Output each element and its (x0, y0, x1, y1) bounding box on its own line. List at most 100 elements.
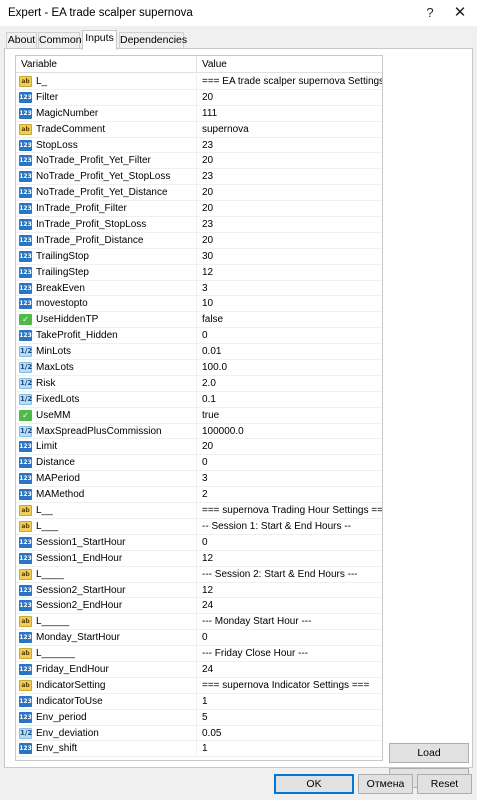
value-cell[interactable]: 23 (197, 169, 382, 184)
table-row[interactable]: 123 Session2_EndHour 24 (16, 598, 382, 615)
value-cell[interactable]: 24 (197, 662, 382, 677)
table-row[interactable]: 123 BreakEven 3 (16, 280, 382, 297)
tab-common[interactable]: Common (38, 32, 82, 49)
column-header-value[interactable]: Value (197, 56, 382, 73)
tab-dependencies[interactable]: Dependencies (119, 32, 187, 49)
integer-type-icon: 123 (19, 473, 32, 485)
table-row[interactable]: 123 NoTrade_Profit_Yet_Distance 20 (16, 185, 382, 202)
value-cell[interactable]: false (197, 312, 382, 327)
table-row[interactable]: 1/2 Risk 2.0 (16, 375, 382, 392)
table-row[interactable]: 123 TrailingStop 30 (16, 248, 382, 265)
value-cell[interactable]: 0.1 (197, 392, 382, 407)
value-cell[interactable]: 2.0 (197, 376, 382, 391)
table-row[interactable]: 123 Session1_StartHour 0 (16, 534, 382, 551)
reset-button[interactable]: Reset (417, 774, 472, 794)
table-row[interactable]: 123 MagicNumber 111 (16, 105, 382, 122)
value-cell[interactable]: 10 (197, 296, 382, 311)
tab-about[interactable]: About (6, 32, 37, 49)
value-cell[interactable]: === supernova Trading Hour Settings === (197, 503, 382, 518)
table-row[interactable]: 123 Limit 20 (16, 439, 382, 456)
table-row[interactable]: 123 Env_period 5 (16, 709, 382, 726)
value-cell[interactable]: --- Monday Start Hour --- (197, 614, 382, 629)
value-cell[interactable]: 12 (197, 551, 382, 566)
value-cell[interactable]: 20 (197, 439, 382, 454)
value-cell[interactable]: 1 (197, 694, 382, 709)
variable-name: Session2_StartHour (36, 584, 126, 596)
value-cell[interactable]: 0 (197, 535, 382, 550)
value-cell[interactable]: 12 (197, 265, 382, 280)
table-row[interactable]: ✓ UseHiddenTP false (16, 312, 382, 329)
table-row[interactable]: 123 StopLoss 23 (16, 137, 382, 154)
value-cell[interactable]: === EA trade scalper supernova Settings … (197, 74, 382, 89)
value-cell[interactable]: 0 (197, 455, 382, 470)
value-cell[interactable]: 20 (197, 90, 382, 105)
value-cell[interactable]: true (197, 408, 382, 423)
table-row[interactable]: 123 NoTrade_Profit_Yet_Filter 20 (16, 153, 382, 170)
value-cell[interactable]: 100000.0 (197, 424, 382, 439)
table-row[interactable]: ab L____ --- Session 2: Start & End Hours … (16, 566, 382, 583)
value-cell[interactable]: --- Friday Close Hour --- (197, 646, 382, 661)
table-row[interactable]: ab L______ --- Friday Close Hour --- (16, 646, 382, 662)
table-row[interactable]: 123 movestopto 10 (16, 296, 382, 313)
table-row[interactable]: 1/2 MaxSpreadPlusCommission 100000.0 (16, 423, 382, 440)
table-row[interactable]: 123 InTrade_Profit_StopLoss 23 (16, 217, 382, 233)
table-row[interactable]: 123 Monday_StartHour 0 (16, 630, 382, 647)
ok-button[interactable]: OK (274, 774, 354, 794)
value-cell[interactable]: 24 (197, 598, 382, 613)
tab-inputs[interactable]: Inputs (82, 30, 117, 50)
cancel-button[interactable]: Отмена (358, 774, 413, 794)
value-cell[interactable]: 2 (197, 487, 382, 502)
value-cell[interactable]: 20 (197, 201, 382, 216)
value-cell[interactable]: --- Session 2: Start & End Hours --- (197, 567, 382, 582)
close-button[interactable]: ✕ (449, 3, 471, 23)
value-cell[interactable]: 12 (197, 583, 382, 598)
table-row[interactable]: 123 NoTrade_Profit_Yet_StopLoss 23 (16, 169, 382, 186)
column-header-variable[interactable]: Variable (16, 56, 197, 73)
table-row[interactable]: 123 Friday_EndHour 24 (16, 661, 382, 678)
table-row[interactable]: 123 Env_shift 1 (16, 741, 382, 758)
table-row[interactable]: 123 InTrade_Profit_Distance 20 (16, 232, 382, 249)
value-cell[interactable]: -- Session 1: Start & End Hours -- (197, 519, 382, 534)
value-cell[interactable]: 111 (197, 106, 382, 121)
table-row[interactable]: 123 Filter 20 (16, 89, 382, 106)
table-row[interactable]: 123 TrailingStep 12 (16, 264, 382, 281)
value-cell[interactable]: 30 (197, 249, 382, 264)
table-row[interactable]: ab L___ -- Session 1: Start & End Hours -- (16, 518, 382, 535)
table-row[interactable]: 1/2 FixedLots 0.1 (16, 391, 382, 408)
value-cell[interactable]: 20 (197, 185, 382, 200)
table-row[interactable]: ab L_ === EA trade scalper supernova Setti… (16, 74, 382, 90)
table-row[interactable]: 123 Session1_EndHour 12 (16, 550, 382, 567)
value-cell[interactable]: supernova (197, 122, 382, 137)
table-row[interactable]: ✓ UseMM true (16, 407, 382, 424)
value-cell[interactable]: 1 (197, 741, 382, 756)
value-cell[interactable]: === supernova Indicator Settings === (197, 678, 382, 693)
table-row[interactable]: 1/2 Env_deviation 0.05 (16, 725, 382, 742)
table-row[interactable]: ab L__ === supernova Trading Hour Settings… (16, 503, 382, 519)
table-row[interactable]: 123 IndicatorToUse 1 (16, 693, 382, 710)
value-cell[interactable]: 3 (197, 471, 382, 486)
table-row[interactable]: 1/2 MinLots 0.01 (16, 344, 382, 361)
value-cell[interactable]: 23 (197, 138, 382, 153)
value-cell[interactable]: 0 (197, 328, 382, 343)
value-cell[interactable]: 5 (197, 710, 382, 725)
value-cell[interactable]: 23 (197, 217, 382, 232)
table-row[interactable]: 123 InTrade_Profit_Filter 20 (16, 201, 382, 218)
value-cell[interactable]: 100.0 (197, 360, 382, 375)
table-row[interactable]: 123 TakeProfit_Hidden 0 (16, 328, 382, 345)
value-cell[interactable]: 0 (197, 630, 382, 645)
value-cell[interactable]: 3 (197, 281, 382, 296)
table-row[interactable]: ab TradeComment supernova (16, 121, 382, 138)
table-row[interactable]: 1/2 MaxLots 100.0 (16, 360, 382, 376)
value-cell[interactable]: 20 (197, 153, 382, 168)
table-row[interactable]: 123 Distance 0 (16, 455, 382, 472)
table-row[interactable]: 123 MAPeriod 3 (16, 471, 382, 488)
value-cell[interactable]: 0.05 (197, 726, 382, 741)
table-row[interactable]: 123 MAMethod 2 (16, 487, 382, 504)
help-button[interactable]: ? (419, 3, 441, 23)
table-row[interactable]: ab L_____ --- Monday Start Hour --- (16, 614, 382, 631)
table-row[interactable]: 123 Session2_StartHour 12 (16, 582, 382, 599)
table-row[interactable]: ab IndicatorSetting === supernova Indicato… (16, 677, 382, 694)
value-cell[interactable]: 0.01 (197, 344, 382, 359)
value-cell[interactable]: 20 (197, 233, 382, 248)
load-button[interactable]: Load (389, 743, 469, 763)
